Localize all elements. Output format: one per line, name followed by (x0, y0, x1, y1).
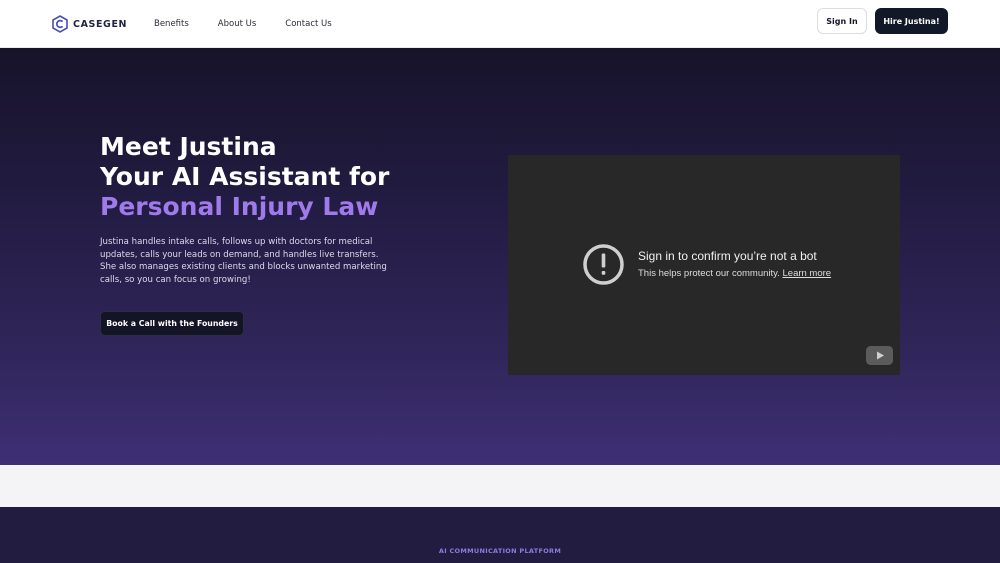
video-subtitle-text: This helps protect our community. (638, 268, 780, 279)
logo-text: CASEGEN (73, 18, 128, 30)
logo[interactable]: CASEGEN (52, 15, 127, 33)
site-header: CASEGEN Benefits About Us Contact Us Sig… (0, 0, 1000, 48)
section-eyebrow: AI COMMUNICATION PLATFORM (438, 547, 562, 555)
video-title: Sign in to confirm you’re not a bot (638, 249, 817, 263)
platform-section: AI COMMUNICATION PLATFORM (0, 507, 1000, 563)
hero-section: Meet Justina Your AI Assistant for Perso… (0, 48, 1000, 465)
video-subtitle: This helps protect our community. Learn … (638, 268, 831, 279)
hire-justina-button[interactable]: Hire Justina! (875, 8, 948, 34)
warning-circle-icon (583, 244, 624, 285)
nav-benefits[interactable]: Benefits (154, 19, 189, 29)
youtube-logo-icon[interactable] (866, 346, 893, 365)
book-call-button[interactable]: Book a Call with the Founders (100, 311, 244, 336)
hero-title-accent: Personal Injury Law (100, 192, 379, 221)
sign-in-button[interactable]: Sign In (817, 8, 867, 34)
hero-title-line1: Meet Justina (100, 132, 277, 161)
nav-about-us[interactable]: About Us (218, 19, 256, 29)
main-nav: Benefits About Us Contact Us (154, 19, 332, 29)
section-divider-band (0, 465, 1000, 507)
learn-more-link[interactable]: Learn more (783, 268, 832, 279)
hero-title: Meet Justina Your AI Assistant for Perso… (100, 132, 389, 222)
nav-contact-us[interactable]: Contact Us (285, 19, 331, 29)
hero-description: Justina handles intake calls, follows up… (100, 237, 387, 285)
casegen-logo-icon (52, 15, 68, 33)
hero-title-line2: Your AI Assistant for (100, 162, 390, 191)
video-embed[interactable]: Sign in to confirm you’re not a bot This… (508, 155, 900, 375)
